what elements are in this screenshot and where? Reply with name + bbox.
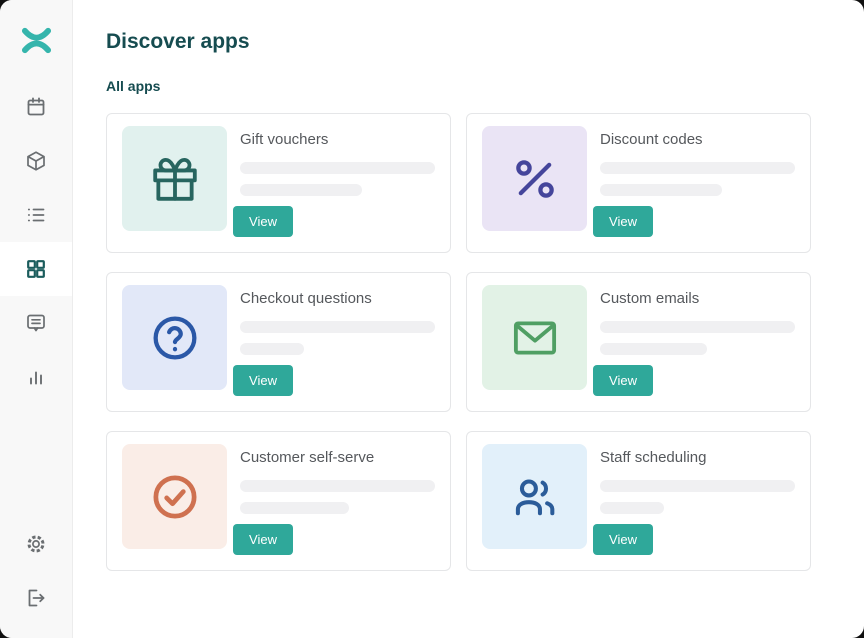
sidebar-item-calendar[interactable] [0,80,72,134]
card-body: Custom emails View [600,273,810,396]
placeholder-bar [600,480,795,492]
view-button[interactable]: View [593,524,653,555]
app-card: Discount codes View [466,113,811,253]
placeholder-bar [240,502,349,514]
card-body: Staff scheduling View [600,432,810,555]
app-card: Staff scheduling View [466,431,811,571]
package-icon [24,149,48,173]
app-icon-tile [122,126,227,231]
sidebar [0,0,73,638]
placeholder-bar [240,321,435,333]
view-button[interactable]: View [233,206,293,237]
view-button[interactable]: View [233,365,293,396]
placeholder-bar [240,162,435,174]
app-icon-tile [122,444,227,549]
logout-icon [24,586,48,610]
grid-icon [24,257,48,281]
percent-icon [508,152,562,206]
app-icon-tile [482,444,587,549]
app-card-title: Customer self-serve [240,449,435,466]
calendar-icon [24,95,48,119]
app-icon-tile [482,285,587,390]
sidebar-item-logout[interactable] [0,571,72,625]
sidebar-item-lists[interactable] [0,188,72,242]
placeholder-bar [600,321,795,333]
placeholder-bar [240,343,304,355]
sidebar-footer [0,517,72,638]
app-card-title: Discount codes [600,131,795,148]
placeholder-bar [600,502,664,514]
card-body: Gift vouchers View [240,114,450,237]
chat-icon [24,311,48,335]
placeholder-bar [600,343,707,355]
app-card-title: Gift vouchers [240,131,435,148]
placeholder-bar [600,184,722,196]
app-card: Custom emails View [466,272,811,412]
app-card-title: Custom emails [600,290,795,307]
logo-wrap [0,0,72,80]
sidebar-item-reports[interactable] [0,350,72,404]
app-card-title: Staff scheduling [600,449,795,466]
gear-icon [24,532,48,556]
app-icon-tile [482,126,587,231]
card-body: Customer self-serve View [240,432,450,555]
sidebar-nav [0,80,72,404]
apps-grid: Gift vouchers View Discount codes View C… [106,113,864,571]
question-circle-icon [148,311,202,365]
app-card: Customer self-serve View [106,431,451,571]
view-button[interactable]: View [593,365,653,396]
placeholder-bar [240,480,435,492]
sidebar-item-products[interactable] [0,134,72,188]
sidebar-item-settings[interactable] [0,517,72,571]
card-body: Checkout questions View [240,273,450,396]
app-window: Discover apps All apps Gift vouchers Vie… [0,0,864,638]
placeholder-bar [600,162,795,174]
app-card-title: Checkout questions [240,290,435,307]
app-card: Checkout questions View [106,272,451,412]
bar-chart-icon [24,365,48,389]
sidebar-item-apps[interactable] [0,242,72,296]
section-label: All apps [106,78,864,94]
placeholder-bar [240,184,362,196]
check-circle-icon [148,470,202,524]
view-button[interactable]: View [593,206,653,237]
view-button[interactable]: View [233,524,293,555]
envelope-icon [508,311,562,365]
card-body: Discount codes View [600,114,810,237]
brand-logo-icon [21,25,52,56]
app-icon-tile [122,285,227,390]
gift-icon [148,152,202,206]
users-icon [508,470,562,524]
main-content: Discover apps All apps Gift vouchers Vie… [73,0,864,638]
list-icon [24,203,48,227]
app-card: Gift vouchers View [106,113,451,253]
sidebar-item-messages[interactable] [0,296,72,350]
page-title: Discover apps [106,30,864,54]
